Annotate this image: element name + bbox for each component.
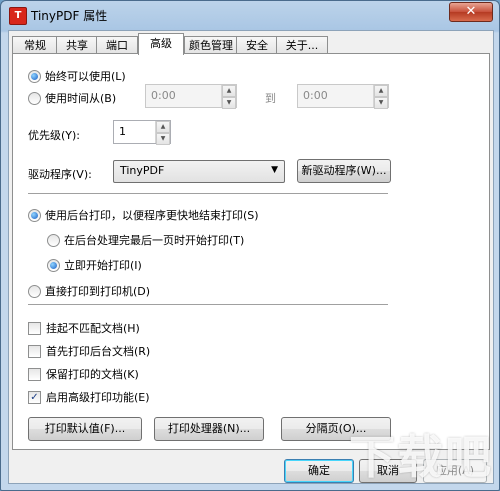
spin-up-icon[interactable]: ▲ (222, 85, 236, 97)
advanced-features-checkbox[interactable]: ✓ (28, 390, 41, 404)
advanced-panel: 始终可以使用(L) 使用时间从(B) 0:00 ▲ ▼ 到 0:00 ▲ ▼ 优… (12, 53, 490, 450)
available-from-option[interactable]: 使用时间从(B) (28, 90, 116, 106)
to-label: 到 (265, 92, 276, 105)
tab-sharing[interactable]: 共享 (56, 36, 98, 54)
always-available-option[interactable]: 始终可以使用(L) (28, 68, 126, 84)
spool-radio[interactable] (28, 208, 41, 222)
priority-spinner[interactable]: ▲ ▼ (155, 121, 170, 145)
spin-down-icon[interactable]: ▼ (374, 97, 388, 109)
start-immediately-option[interactable]: 立即开始打印(I) (47, 257, 142, 273)
always-available-radio[interactable] (28, 69, 41, 83)
from-time-value: 0:00 (151, 89, 176, 102)
advanced-features-label: 启用高级打印功能(E) (46, 391, 150, 404)
start-immediately-label: 立即开始打印(I) (64, 259, 142, 272)
keep-printed-label: 保留打印的文档(K) (46, 368, 139, 381)
tab-ports[interactable]: 端口 (96, 36, 138, 54)
tab-strip: 常规 共享 端口 高级 颜色管理 安全 关于... (12, 33, 490, 55)
new-driver-button[interactable]: 新驱动程序(W)... (297, 159, 391, 183)
to-time-field[interactable]: 0:00 ▲ ▼ (297, 84, 389, 109)
dialog-client: 常规 共享 端口 高级 颜色管理 安全 关于... 始终可以使用(L) 使用时间… (8, 30, 494, 484)
tab-advanced[interactable]: 高级 (138, 33, 184, 55)
to-time-spinner[interactable]: ▲ ▼ (373, 85, 388, 109)
print-direct-label: 直接打印到打印机(D) (45, 285, 151, 298)
printer-app-icon: T (9, 7, 27, 25)
driver-label: 驱动程序(V): (28, 168, 92, 181)
from-time-field[interactable]: 0:00 ▲ ▼ (145, 84, 237, 109)
spooled-first-checkbox[interactable] (28, 344, 41, 358)
driver-select[interactable]: TinyPDF ▼ (113, 160, 285, 183)
spooled-first-option[interactable]: 首先打印后台文档(R) (28, 343, 150, 359)
to-time-value: 0:00 (303, 89, 328, 102)
print-direct-option[interactable]: 直接打印到打印机(D) (28, 283, 150, 299)
print-direct-radio[interactable] (28, 284, 41, 298)
tab-color-management[interactable]: 颜色管理 (184, 36, 238, 54)
print-processor-button[interactable]: 打印处理器(N)... (154, 417, 264, 441)
printing-defaults-button[interactable]: 打印默认值(F)... (28, 417, 142, 441)
start-after-last-page-label: 在后台处理完最后一页时开始打印(T) (64, 234, 245, 247)
always-available-label: 始终可以使用(L) (45, 70, 126, 83)
spooled-first-label: 首先打印后台文档(R) (46, 345, 151, 358)
priority-label: 优先级(Y): (28, 129, 81, 142)
ok-button[interactable]: 确定 (284, 459, 354, 483)
title-bar[interactable]: T TinyPDF 属性 ✕ (1, 1, 499, 29)
tab-about[interactable]: 关于... (276, 36, 328, 54)
divider (28, 304, 388, 306)
priority-value: 1 (119, 125, 126, 138)
advanced-features-option[interactable]: ✓ 启用高级打印功能(E) (28, 389, 150, 405)
start-after-last-page-radio[interactable] (47, 233, 60, 247)
window-title: TinyPDF 属性 (31, 9, 108, 23)
driver-value: TinyPDF (120, 164, 165, 177)
keep-printed-checkbox[interactable] (28, 367, 41, 381)
tab-security[interactable]: 安全 (236, 36, 278, 54)
priority-field[interactable]: 1 ▲ ▼ (113, 120, 171, 145)
available-from-label: 使用时间从(B) (45, 92, 117, 105)
hold-mismatched-checkbox[interactable] (28, 321, 41, 335)
spool-label: 使用后台打印，以便程序更快地结束打印(S) (45, 209, 259, 222)
chevron-down-icon: ▼ (271, 165, 278, 175)
start-immediately-radio[interactable] (47, 258, 60, 272)
from-time-spinner[interactable]: ▲ ▼ (221, 85, 236, 109)
start-after-last-page-option[interactable]: 在后台处理完最后一页时开始打印(T) (47, 232, 244, 248)
spin-down-icon[interactable]: ▼ (222, 97, 236, 109)
spool-option[interactable]: 使用后台打印，以便程序更快地结束打印(S) (28, 207, 259, 223)
spin-up-icon[interactable]: ▲ (156, 121, 170, 133)
spin-down-icon[interactable]: ▼ (156, 133, 170, 145)
tab-general[interactable]: 常规 (12, 36, 58, 54)
watermark-logo: 下载吧 (349, 430, 493, 484)
hold-mismatched-option[interactable]: 挂起不匹配文档(H) (28, 320, 140, 336)
close-button[interactable]: ✕ (449, 2, 493, 22)
available-from-radio[interactable] (28, 91, 41, 105)
properties-window: T TinyPDF 属性 ✕ 常规 共享 端口 高级 颜色管理 安全 关于...… (0, 0, 500, 491)
hold-mismatched-label: 挂起不匹配文档(H) (46, 322, 140, 335)
spin-up-icon[interactable]: ▲ (374, 85, 388, 97)
divider (28, 193, 388, 195)
keep-printed-option[interactable]: 保留打印的文档(K) (28, 366, 139, 382)
